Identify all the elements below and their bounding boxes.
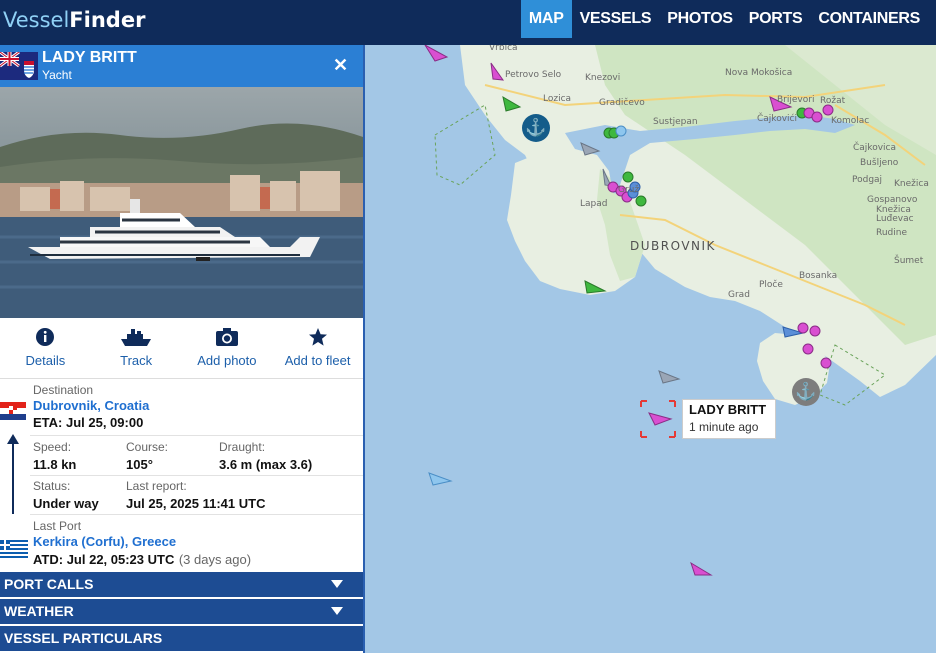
map-label: Lozica (543, 94, 572, 104)
chevron-down-icon (331, 607, 343, 615)
map-label: Bušljeno (860, 158, 899, 168)
map-label: Sustjepan (653, 117, 698, 127)
atd-value: ATD: Jul 22, 05:23 UTC (33, 552, 175, 567)
add-photo-label: Add photo (197, 353, 257, 368)
map-label: Grad (728, 290, 750, 300)
add-to-fleet-button[interactable]: Add to fleet (272, 327, 363, 371)
vessel-photo[interactable] (0, 87, 363, 318)
last-port-label: Last Port (33, 519, 82, 533)
map-label: Knežica (894, 179, 929, 189)
map-label: Vrbica (489, 45, 518, 53)
speed-value: 11.8 kn (33, 457, 77, 472)
map-label-city: DUBROVNIK (630, 239, 716, 253)
map-label: Nova Mokošica (725, 68, 793, 78)
draught-value: 3.6 m (max 3.6) (219, 457, 313, 472)
map-label: Gospanovo (867, 195, 918, 205)
add-photo-button[interactable]: Add photo (182, 327, 273, 371)
track-label: Track (120, 353, 153, 368)
last-report-label: Last report: (126, 479, 187, 493)
croatia-flag-icon (0, 402, 26, 420)
map-label: Ploče (759, 280, 783, 290)
star-icon (272, 327, 363, 349)
nav-photos[interactable]: PHOTOS (659, 0, 740, 38)
nav-vessels[interactable]: VESSELS (572, 0, 660, 38)
eta-value: ETA: Jul 25, 09:00 (33, 415, 144, 430)
map-label: Šumet (894, 256, 924, 266)
route-arrow-icon (7, 434, 19, 444)
destination-link[interactable]: Dubrovnik, Croatia (33, 398, 149, 413)
map-label: Knezovi (585, 73, 621, 83)
main-nav: MAP VESSELS PHOTOS PORTS CONTAINERS (520, 0, 928, 38)
details-button[interactable]: Details (0, 327, 91, 371)
vessel-name: LADY BRITT (42, 49, 137, 66)
map-label: Petrovo Selo (505, 70, 562, 80)
atd-ago: (3 days ago) (178, 552, 252, 567)
weather-section[interactable]: WEATHER (0, 599, 363, 624)
route-line (12, 440, 14, 514)
tooltip-vessel-name: LADY BRITT (689, 402, 767, 417)
map-label: Gruž (618, 185, 640, 195)
vesselfinder-logo[interactable]: VesselFinder (3, 8, 145, 32)
greece-flag-icon (0, 540, 28, 558)
map-label: Čajkovići (757, 114, 797, 124)
course-label: Course: (126, 440, 169, 454)
destination-label: Destination (33, 383, 94, 397)
port-calls-section[interactable]: PORT CALLS (0, 572, 363, 597)
details-label: Details (25, 353, 66, 368)
map-label: Bosanka (799, 271, 838, 281)
vessel-actions: Details Track Add photo Add to fleet (0, 327, 363, 371)
vessel-header: LADY BRITT Yacht ✕ (0, 45, 363, 87)
vessel-info-panel: LADY BRITT Yacht ✕ Details Track Add pho… (0, 45, 365, 653)
add-to-fleet-label: Add to fleet (284, 353, 351, 368)
vessel-particulars-label: VESSEL PARTICULARS (4, 630, 163, 646)
nav-map[interactable]: MAP (520, 0, 572, 38)
vessel-tooltip[interactable]: LADY BRITT 1 minute ago (682, 399, 776, 439)
weather-label: WEATHER (4, 603, 74, 619)
anchorage-icon[interactable]: ⚓ (792, 378, 820, 406)
map-label: Gradičevo (599, 98, 645, 108)
draught-label: Draught: (219, 440, 266, 454)
map-label: Rudine (876, 228, 908, 238)
map-label: Podgaj (852, 175, 883, 185)
last-port-link[interactable]: Kerkira (Corfu), Greece (33, 534, 176, 549)
top-navigation-bar: VesselFinder MAP VESSELS PHOTOS PORTS CO… (0, 0, 936, 45)
nav-containers[interactable]: CONTAINERS (810, 0, 928, 38)
speed-label: Speed: (33, 440, 72, 454)
map-label: Luđevac (876, 214, 914, 224)
map-view[interactable]: ⚓ ⚓ Vrbica Petrovo Selo Knezovi Nova Mok… (365, 45, 936, 653)
last-report-value: Jul 25, 2025 11:41 UTC (126, 496, 266, 511)
cayman-islands-flag-icon (0, 52, 38, 80)
status-value: Under way (33, 496, 99, 511)
map-label: Brijevori (777, 95, 815, 105)
course-value: 105° (126, 457, 153, 472)
status-label: Status: (33, 479, 71, 493)
vessel-particulars-section[interactable]: VESSEL PARTICULARS (0, 626, 363, 651)
chevron-down-icon (331, 580, 343, 588)
ship-icon (91, 327, 182, 349)
info-icon (0, 327, 91, 349)
port-calls-label: PORT CALLS (4, 576, 94, 592)
map-label: Rožat (820, 96, 846, 106)
anchorage-icon[interactable]: ⚓ (522, 114, 550, 142)
tooltip-time: 1 minute ago (689, 420, 759, 434)
vessel-type: Yacht (42, 68, 72, 82)
nav-ports[interactable]: PORTS (741, 0, 811, 38)
map-label: Komolac (831, 116, 870, 126)
map-label: Čajkovica (853, 143, 896, 153)
camera-icon (182, 327, 273, 349)
close-icon[interactable]: ✕ (333, 55, 348, 76)
atd-row: ATD: Jul 22, 05:23 UTC (3 days ago) (33, 551, 251, 569)
map-label: Lapad (580, 199, 608, 209)
map-canvas[interactable] (365, 45, 936, 653)
track-button[interactable]: Track (91, 327, 182, 371)
